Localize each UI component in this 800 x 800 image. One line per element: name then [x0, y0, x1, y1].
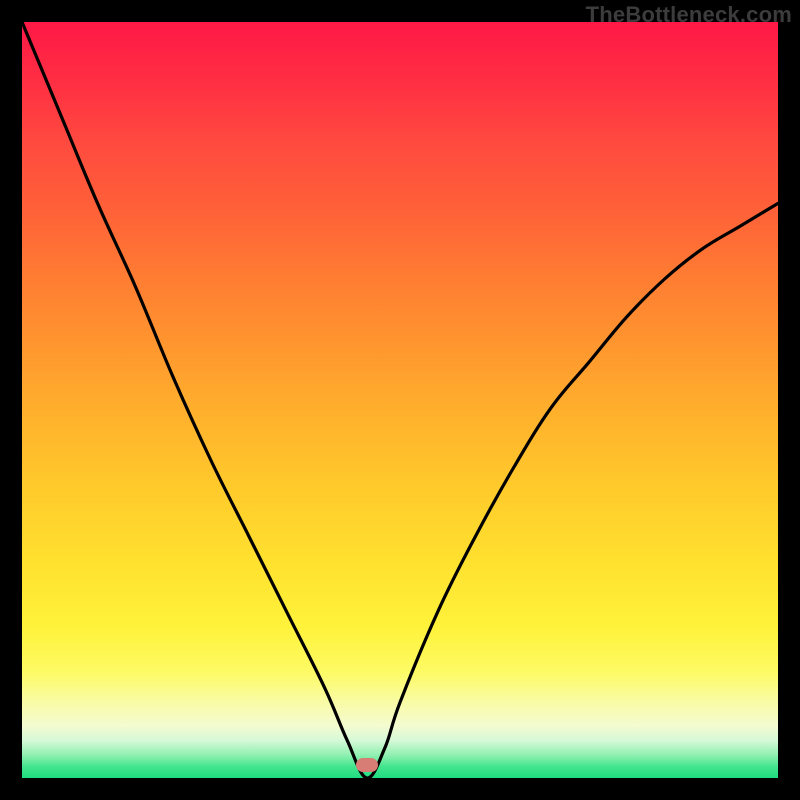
bottleneck-curve: [22, 22, 778, 778]
optimal-marker: [356, 758, 378, 772]
plot-area: [22, 22, 778, 778]
curve-path: [22, 22, 778, 778]
watermark-text: TheBottleneck.com: [586, 2, 792, 28]
chart-frame: TheBottleneck.com: [0, 0, 800, 800]
